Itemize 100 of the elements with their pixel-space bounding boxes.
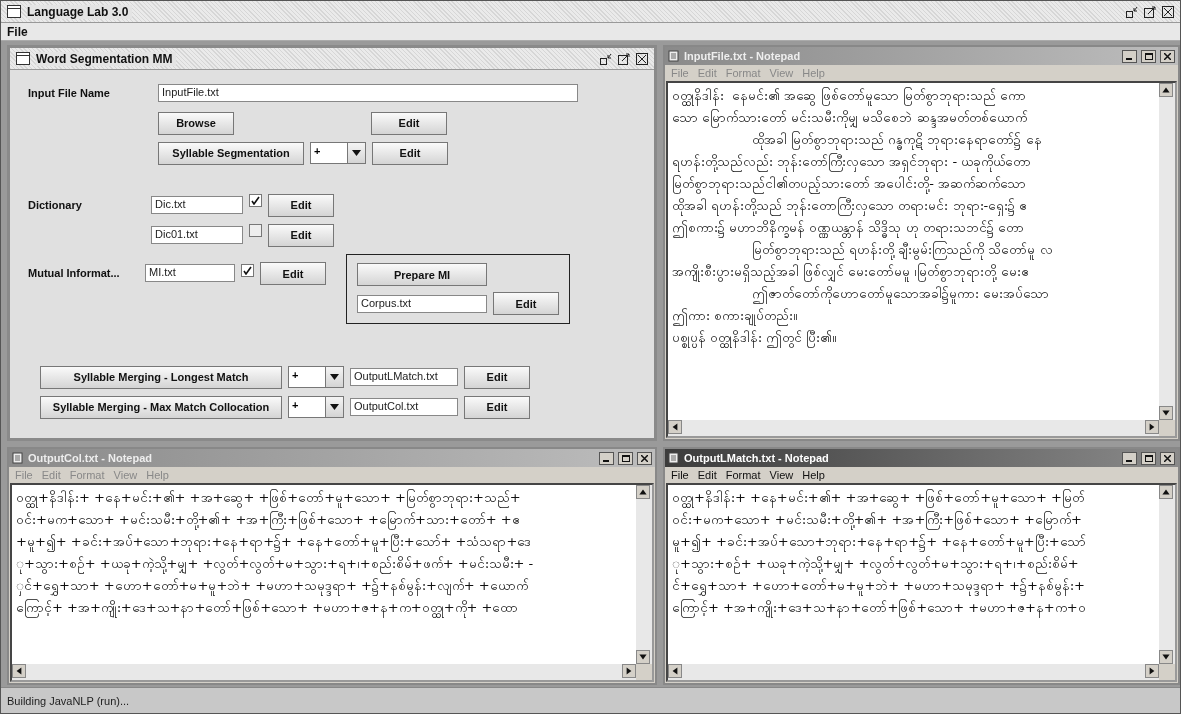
resize-grip[interactable]	[1159, 664, 1175, 680]
input-field[interactable]: Dic01.txt	[151, 226, 243, 244]
edit-button[interactable]: Edit	[268, 193, 334, 217]
scroll-right-icon[interactable]	[622, 664, 636, 678]
horizontal-scrollbar[interactable]	[12, 664, 636, 680]
status-text: Building JavaNLP (run)...	[7, 694, 130, 707]
input-field[interactable]: OutputLMatch.txt	[350, 368, 458, 386]
horizontal-scrollbar[interactable]	[668, 664, 1159, 680]
menu-item[interactable]: View	[769, 469, 794, 481]
edit-button[interactable]: Edit	[493, 292, 559, 315]
scroll-down-icon[interactable]	[1159, 406, 1173, 420]
scroll-up-icon[interactable]	[636, 485, 650, 499]
text-line: ဤကား စကားချုပ်တည်း။	[672, 305, 1155, 327]
text-line: ှင်+ရွှေ+သာ+ +ဟော+တော်+မ+မူ+ဘဲ+ +မဟာ+သမုဒ္ဒရာ+ +၌+နစ်မွန်း+လျက်+ +ယောက်	[16, 575, 632, 597]
input-field[interactable]: OutputCol.txt	[350, 398, 458, 416]
separator-dropdown[interactable]: +	[288, 366, 344, 388]
scroll-right-icon[interactable]	[1145, 664, 1159, 678]
edit-button[interactable]: Edit	[268, 223, 334, 247]
close-icon[interactable]	[1162, 5, 1174, 18]
close-button[interactable]	[637, 451, 652, 465]
prepare-button[interactable]: Prepare MI	[357, 263, 487, 286]
separator-dropdown[interactable]: +	[288, 396, 344, 418]
notepad-icon	[12, 452, 24, 464]
edit-button[interactable]: Edit	[372, 141, 448, 165]
edit-button[interactable]: Edit	[260, 262, 326, 285]
menu-item[interactable]: Format	[725, 469, 761, 481]
text-line: မူ+၍+ +ခင်း+အပ်+သော+ဘုရား+နေ+ရာ+၌+ +နေ+တော်+မူ+ပြီး+သော်	[672, 531, 1155, 553]
checkbox[interactable]	[241, 264, 254, 277]
notepad-title: InputFile.txt - Notepad	[684, 50, 801, 62]
horizontal-scrollbar[interactable]	[668, 420, 1159, 436]
maximize-button[interactable]	[618, 451, 633, 465]
menu-item[interactable]: Help	[802, 469, 825, 481]
field-label: Input File Name	[28, 87, 111, 99]
scroll-right-icon[interactable]	[1145, 420, 1159, 434]
text-line: ဝတ္ထု+နိဒါန်း+ +နေ+မင်း+၏+ +အ+ဆွေ+ +ဖြစ်+တော်+မူ+သော+ +မြတ်စွာဘုရား+သည်+	[16, 487, 632, 509]
checkbox[interactable]	[249, 194, 262, 207]
text-line: ထိုအခါ မြတ်စွာဘုရားသည် ဂန္ဓကုဋိ ဘုရားနေရာတော်၌ နေ	[672, 129, 1155, 151]
scroll-left-icon[interactable]	[668, 664, 682, 678]
merging-button[interactable]: Syllable Merging - Max Match Collocation	[40, 395, 282, 419]
text-area[interactable]	[10, 483, 654, 682]
dropdown-arrow-icon	[330, 404, 339, 410]
maximize-icon[interactable]	[1144, 5, 1156, 18]
minimize-icon[interactable]	[1126, 5, 1138, 18]
menu-item[interactable]: File	[7, 24, 28, 39]
edit-button[interactable]: Edit	[464, 365, 530, 389]
input-field[interactable]: MI.txt	[145, 264, 235, 282]
input-field[interactable]: Dic.txt	[151, 196, 243, 214]
minimize-icon[interactable]	[600, 52, 612, 65]
checkbox[interactable]	[249, 224, 262, 237]
vertical-scrollbar[interactable]	[1159, 83, 1175, 420]
field-label: Dictionary	[28, 199, 83, 211]
maximize-button[interactable]	[1141, 451, 1156, 465]
scroll-left-icon[interactable]	[668, 420, 682, 434]
window-icon	[16, 52, 30, 65]
menu-item[interactable]: Edit	[697, 469, 717, 481]
notepad-icon	[668, 452, 680, 464]
notepad-title: OutputLMatch.txt - Notepad	[684, 452, 829, 464]
text-line: ု+သွား+စဥ်+ +ယခု+ကဲ့သို့+မျှ+ +လွတ်+လွတ်+မ+သွား+ရ+၊+စည်းစိမ်+ဖက်+ +မင်းသမီး+ -	[16, 553, 632, 575]
input-field[interactable]: Corpus.txt	[357, 294, 487, 313]
resize-grip[interactable]	[636, 664, 652, 680]
minimize-button[interactable]	[1122, 451, 1137, 465]
edit-button[interactable]: Edit	[464, 395, 530, 419]
separator-dropdown[interactable]: +	[310, 142, 366, 164]
check-icon	[243, 266, 252, 275]
text-line: ပစ္စုပ္ပန် ဝတ္ထုနိဒါန်း ဤတွင် ပြီး၏။	[672, 327, 1155, 349]
browse-button[interactable]: Browse	[158, 111, 234, 135]
close-icon	[1164, 454, 1171, 462]
menu-item[interactable]: File	[671, 469, 689, 481]
text-line: +မူ+၍+ +ခင်း+အပ်+သော+ဘုရား+နေ+ရာ+၌+ +နေ+တော်+မူ+ပြီး+သော်+ +သံသရာ+ဒေ	[16, 531, 632, 553]
text-line: င်+ရွှေ+သာ+ +ဟော+တော်+မ+မူ+ဘဲ+ +မဟာ+သမုဒ္ဒရာ+ +၌+နစ်မွန်း+	[672, 575, 1155, 597]
maximize-icon	[1144, 454, 1153, 462]
text-line: မြတ်စွာဘုရားသည် ရဟန်းတို့ ချီးမွမ်းကြသည်ကို သိတော်မူ လ	[672, 239, 1155, 261]
window-title: Language Lab 3.0	[27, 4, 133, 19]
scroll-down-icon[interactable]	[636, 650, 650, 664]
scroll-left-icon[interactable]	[12, 664, 26, 678]
scroll-down-icon[interactable]	[1159, 650, 1173, 664]
text-line: ရဟန်းတို့သည်လည်း ဘုန်းတော်ကြီးလှသော အရှင်ဘုရား - ယခုကိုယ်တော	[672, 151, 1155, 173]
maximize-icon	[621, 454, 630, 462]
dropdown-arrow-icon	[330, 374, 339, 380]
vertical-scrollbar[interactable]	[1159, 485, 1175, 664]
minimize-button[interactable]	[599, 451, 614, 465]
close-icon[interactable]	[636, 52, 648, 65]
frame-title: Word Segmentation MM	[36, 51, 177, 66]
input-field[interactable]: InputFile.txt	[158, 84, 578, 102]
close-button[interactable]	[1160, 49, 1175, 63]
segmentation-button[interactable]: Syllable Segmentation	[158, 141, 304, 165]
minimize-button[interactable]	[1122, 49, 1137, 63]
close-button[interactable]	[1160, 451, 1175, 465]
scroll-up-icon[interactable]	[1159, 83, 1173, 97]
text-line: ဝတ္ထုနိဒါန်း နေမင်း၏ အဆွေ ဖြစ်တော်မူသော မြတ်စွာဘုရားသည် ကော	[672, 85, 1155, 107]
text-line: ထိုအခါ ရဟန်းတို့သည် ဘုန်းတောကြီးလှသော တရားမင်း ဘုရား-ရှေး၌ ဧ	[672, 195, 1155, 217]
notepad-icon	[668, 50, 680, 62]
edit-button[interactable]: Edit	[371, 111, 447, 135]
maximize-button[interactable]	[1141, 49, 1156, 63]
vertical-scrollbar[interactable]	[636, 485, 652, 664]
resize-grip[interactable]	[1159, 420, 1175, 436]
text-area[interactable]	[666, 483, 1177, 682]
maximize-icon[interactable]	[618, 52, 630, 65]
merging-button[interactable]: Syllable Merging - Longest Match	[40, 365, 282, 389]
scroll-up-icon[interactable]	[1159, 485, 1173, 499]
